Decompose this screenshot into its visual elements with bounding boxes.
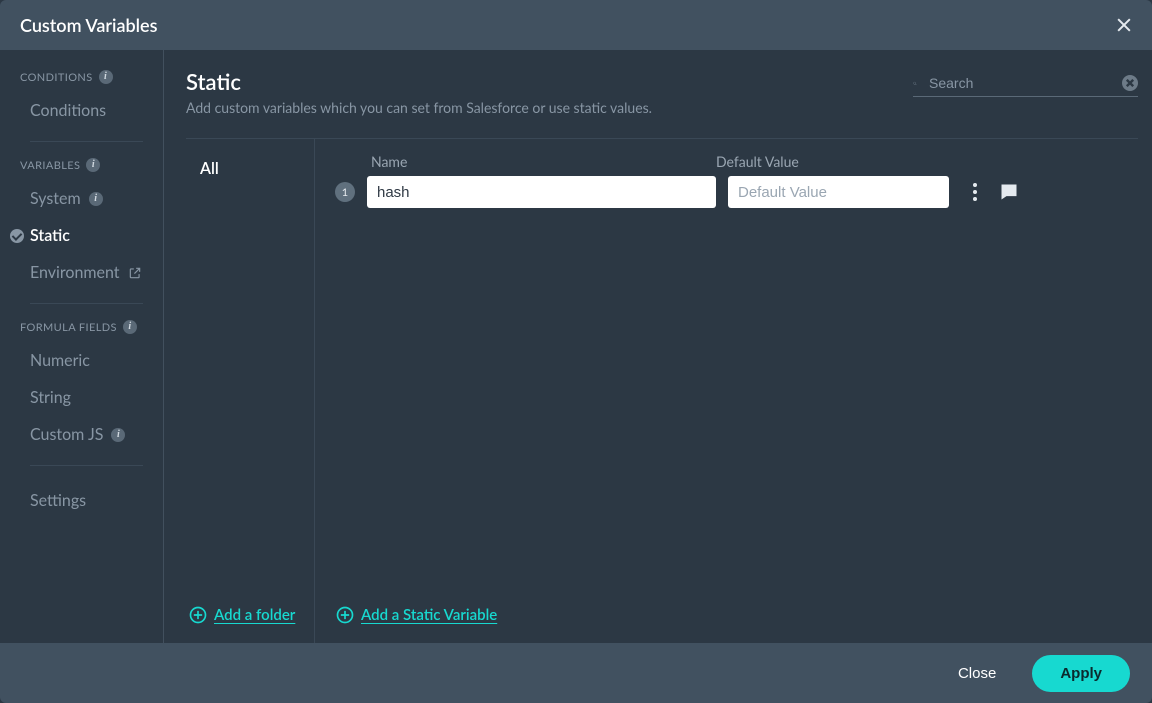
column-header-name: Name [371, 153, 700, 170]
divider [30, 465, 143, 466]
comment-icon[interactable] [999, 182, 1019, 202]
sidebar-item-label: System [30, 189, 81, 208]
divider [30, 141, 143, 142]
kebab-menu-icon[interactable] [969, 179, 981, 205]
sidebar-item-label: Static [30, 226, 70, 245]
sidebar-item-label: Custom JS [30, 425, 103, 444]
plus-circle-icon [335, 605, 355, 625]
sidebar-item-label: Environment [30, 263, 120, 282]
section-header-conditions: CONDITIONS i [0, 70, 163, 92]
apply-button[interactable]: Apply [1032, 655, 1130, 692]
variable-default-input[interactable] [728, 176, 949, 208]
sidebar-item-settings[interactable]: Settings [0, 482, 163, 519]
info-icon[interactable]: i [89, 192, 103, 206]
page-title: Static [186, 68, 652, 95]
search-input[interactable] [927, 74, 1112, 92]
divider [30, 303, 143, 304]
custom-variables-modal: Custom Variables CONDITIONS i Conditions… [0, 0, 1152, 703]
clear-search-icon[interactable] [1122, 75, 1138, 91]
add-folder-button[interactable]: Add a folder [188, 605, 295, 625]
sidebar-item-string[interactable]: String [0, 379, 163, 416]
search-icon [913, 76, 917, 91]
main-heading-block: Static Add custom variables which you ca… [186, 68, 652, 116]
plus-circle-icon [188, 605, 208, 625]
sidebar-item-environment[interactable]: Environment [0, 254, 163, 291]
variables-header-row: Name Default Value [335, 153, 1138, 170]
sidebar-item-label: Numeric [30, 351, 90, 370]
close-button[interactable]: Close [946, 657, 1008, 690]
section-header-variables: VARIABLES i [0, 158, 163, 180]
section-label: FORMULA FIELDS [20, 321, 117, 334]
variables-column: Name Default Value 1 [315, 139, 1138, 643]
main-top: Static Add custom variables which you ca… [186, 68, 1138, 116]
modal-footer: Close Apply [0, 643, 1152, 703]
section-label: VARIABLES [20, 159, 80, 172]
section-label: CONDITIONS [20, 71, 93, 84]
sidebar-item-custom-js[interactable]: Custom JS i [0, 416, 163, 453]
modal-body: CONDITIONS i Conditions VARIABLES i Syst… [0, 50, 1152, 643]
search-field[interactable] [913, 72, 1138, 97]
main-panel: Static Add custom variables which you ca… [164, 50, 1152, 643]
sidebar-item-static[interactable]: Static [0, 217, 163, 254]
add-folder-label: Add a folder [214, 606, 295, 624]
sidebar-item-label: String [30, 388, 71, 407]
info-icon[interactable]: i [86, 158, 100, 172]
folder-all[interactable]: All [186, 153, 314, 184]
info-icon[interactable]: i [123, 320, 137, 334]
sidebar-item-conditions[interactable]: Conditions [0, 92, 163, 129]
sidebar: CONDITIONS i Conditions VARIABLES i Syst… [0, 50, 164, 643]
variables-footer: Add a Static Variable [335, 591, 1138, 643]
folders-footer: Add a folder [186, 591, 314, 643]
folders-column: All Add a folder [186, 139, 315, 643]
row-index-badge: 1 [335, 182, 355, 202]
modal-header: Custom Variables [0, 0, 1152, 50]
section-header-formula: FORMULA FIELDS i [0, 320, 163, 342]
sidebar-item-label: Conditions [30, 101, 106, 120]
sidebar-item-label: Settings [30, 491, 86, 510]
info-icon[interactable]: i [99, 70, 113, 84]
sidebar-item-numeric[interactable]: Numeric [0, 342, 163, 379]
page-subtitle: Add custom variables which you can set f… [186, 99, 652, 116]
content-columns: All Add a folder Name [186, 139, 1138, 643]
add-variable-label: Add a Static Variable [361, 606, 497, 624]
variable-name-input[interactable] [367, 176, 716, 208]
column-header-default: Default Value [716, 153, 917, 170]
close-icon[interactable] [1112, 13, 1136, 37]
modal-title: Custom Variables [20, 14, 157, 36]
add-static-variable-button[interactable]: Add a Static Variable [335, 605, 497, 625]
row-actions [969, 179, 1019, 205]
variable-row: 1 [335, 176, 1138, 208]
info-icon[interactable]: i [111, 428, 125, 442]
external-link-icon [128, 266, 142, 280]
sidebar-item-system[interactable]: System i [0, 180, 163, 217]
